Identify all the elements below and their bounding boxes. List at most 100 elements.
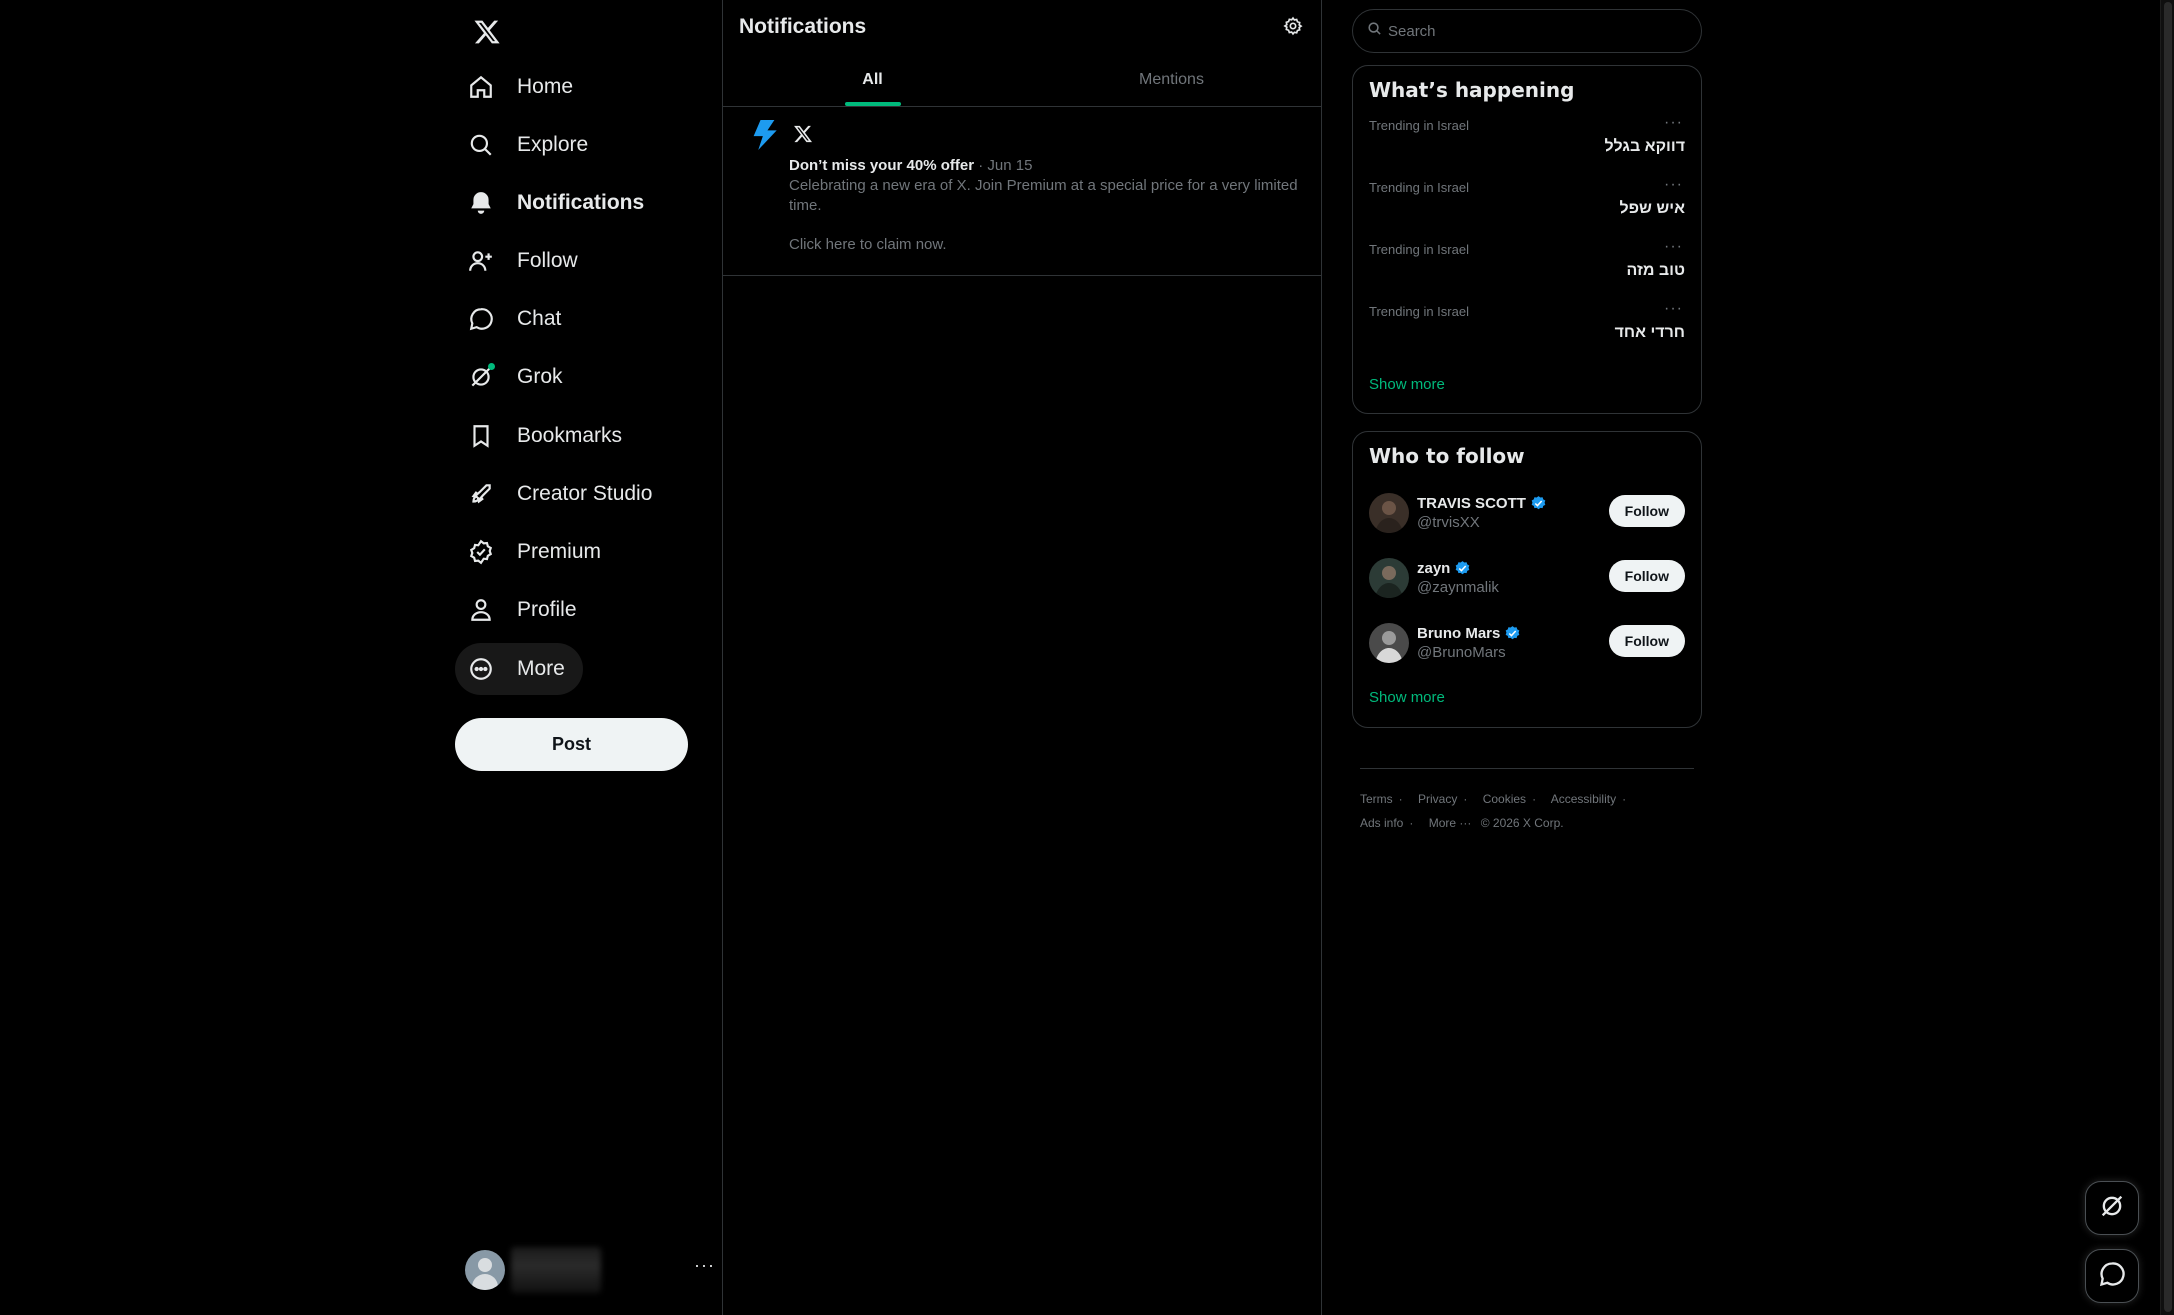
more-dots-icon[interactable]: ··· — [1664, 238, 1683, 256]
nav-item-follow[interactable]: Follow — [455, 235, 596, 287]
user-name-row: zayn — [1417, 560, 1499, 577]
user-name: Bruno Mars — [1417, 624, 1501, 642]
gear-icon[interactable] — [1283, 16, 1305, 38]
nav-item-label: Explore — [517, 133, 589, 156]
notification-item[interactable]: Don’t miss your 40% offer · Jun 15 Celeb… — [723, 107, 1321, 276]
search-box[interactable] — [1352, 9, 1702, 53]
follow-button[interactable]: Follow — [1608, 560, 1685, 592]
search-input[interactable] — [1388, 22, 1668, 40]
post-button[interactable]: Post — [455, 718, 688, 771]
home-icon — [467, 73, 495, 101]
user-info: zayn @zaynmalik — [1417, 560, 1499, 596]
nav-item-grok[interactable]: Grok — [455, 351, 581, 403]
trend-item[interactable]: Trending in Israel ··· טוב מזה — [1353, 238, 1701, 300]
trending-show-more-link[interactable]: Show more — [1353, 362, 1701, 409]
tab-all[interactable]: All — [723, 54, 1022, 106]
notification-headline: Don’t miss your 40% offer — [789, 157, 975, 174]
more-dots-icon[interactable]: ··· — [1664, 176, 1683, 194]
chat-bubble-icon — [2098, 1260, 2126, 1293]
user-handle: @zaynmalik — [1417, 578, 1499, 596]
follow-suggestion[interactable]: TRAVIS SCOTT @trvisXX Follow — [1353, 480, 1701, 545]
nav-item-label: Creator Studio — [517, 482, 653, 505]
nav-item-chat[interactable]: Chat — [455, 293, 579, 345]
who-to-follow-show-more-link[interactable]: Show more — [1353, 675, 1701, 722]
footer-link-more[interactable]: More ··· — [1429, 816, 1472, 830]
verified-badge-icon — [1456, 560, 1470, 574]
trend-item[interactable]: Trending in Israel ··· דווקא בגלל — [1353, 114, 1701, 176]
account-more-icon[interactable]: ··· — [694, 1255, 715, 1276]
user-handle: @BrunoMars — [1417, 643, 1506, 661]
search-icon — [1367, 21, 1382, 41]
user-name: zayn — [1417, 559, 1451, 577]
follow-suggestion[interactable]: Bruno Mars @BrunoMars Follow — [1353, 610, 1701, 675]
nav-item-label: Bookmarks — [517, 424, 623, 447]
grok-icon — [467, 363, 495, 391]
tab-mentions[interactable]: Mentions — [1022, 54, 1321, 106]
avatar — [1369, 492, 1409, 533]
follow-button[interactable]: Follow — [1608, 625, 1685, 657]
nav-item-notifications[interactable]: Notifications — [455, 177, 662, 229]
left-sidebar: Home Explore Notifications Follow Chat G… — [455, 0, 722, 1315]
status-dot — [488, 363, 495, 370]
account-name-blurred — [511, 1247, 601, 1293]
who-to-follow-panel: Who to follow TRAVIS SCOTT @trvisXX Foll… — [1352, 431, 1702, 728]
nav-item-label: Chat — [517, 307, 562, 330]
page-title: Notifications — [739, 15, 867, 38]
user-info: TRAVIS SCOTT @trvisXX — [1417, 495, 1547, 531]
scrollbar-thumb[interactable] — [2164, 2, 2172, 1312]
x-logo-icon[interactable] — [465, 10, 509, 54]
nav-item-more[interactable]: More — [455, 643, 583, 695]
footer-row: Ads info · More ··· © 2026 X Corp. — [1360, 811, 1694, 835]
footer-links: Terms · Privacy · Cookies · Accessibility · … — [1360, 768, 1694, 835]
footer-link-privacy[interactable]: Privacy — [1418, 792, 1457, 806]
chat-float-button[interactable] — [2085, 1249, 2139, 1303]
footer-link-terms[interactable]: Terms — [1360, 792, 1393, 806]
footer-link-ads-info[interactable]: Ads info — [1360, 816, 1403, 830]
column-header: Notifications — [723, 0, 1321, 54]
notification-body: Celebrating a new era of X. Join Premium… — [789, 177, 1298, 214]
trend-context: Trending in Israel — [1369, 304, 1469, 319]
footer-link-cookies[interactable]: Cookies — [1483, 792, 1526, 806]
bookmark-icon — [467, 422, 495, 450]
x-logo-icon — [793, 124, 815, 146]
trend-name: טוב מזה — [1626, 262, 1685, 279]
who-to-follow-title: Who to follow — [1369, 444, 1525, 468]
footer-row: Terms · Privacy · Cookies · Accessibility · — [1360, 787, 1694, 811]
trending-panel: What’s happening Trending in Israel ··· … — [1352, 65, 1702, 414]
account-switcher[interactable]: ··· — [465, 1245, 715, 1295]
notification-headline-row: Don’t miss your 40% offer · Jun 15 — [789, 156, 1305, 176]
trend-context: Trending in Israel — [1369, 118, 1469, 133]
nav-item-label: Home — [517, 75, 574, 98]
footer-link-accessibility[interactable]: Accessibility — [1551, 792, 1616, 806]
trend-name: איש שפל — [1619, 200, 1685, 217]
nav-item-label: Profile — [517, 598, 577, 621]
nav-item-premium[interactable]: Premium — [455, 526, 619, 578]
person-icon — [467, 596, 495, 624]
notifications-column: Notifications All Mentions Don’t miss yo… — [722, 0, 1322, 1315]
nav-item-profile[interactable]: Profile — [455, 584, 595, 636]
footer-separator: · — [1532, 792, 1537, 806]
nav-item-bookmarks[interactable]: Bookmarks — [455, 410, 640, 462]
grok-float-button[interactable] — [2085, 1181, 2139, 1235]
nav-item-label: Notifications — [517, 191, 645, 214]
nav-item-home[interactable]: Home — [455, 61, 591, 113]
footer-separator: · — [1398, 792, 1403, 806]
page-scrollbar[interactable] — [2160, 0, 2174, 1315]
nav-item-label: More — [517, 657, 565, 680]
nav-item-label: Follow — [517, 249, 578, 272]
search-icon — [467, 131, 495, 159]
bell-icon — [467, 189, 495, 217]
follow-suggestion[interactable]: zayn @zaynmalik Follow — [1353, 545, 1701, 610]
notification-cta[interactable]: Click here to claim now. — [789, 236, 1305, 253]
nav-item-explore[interactable]: Explore — [455, 119, 606, 171]
trending-title: What’s happening — [1369, 78, 1575, 102]
add-person-icon — [467, 247, 495, 275]
follow-button[interactable]: Follow — [1608, 495, 1685, 527]
trend-item[interactable]: Trending in Israel ··· חרדי אחד — [1353, 300, 1701, 362]
verified-badge-icon — [1531, 495, 1546, 509]
trend-item[interactable]: Trending in Israel ··· איש שפל — [1353, 176, 1701, 238]
nav-item-creator-studio[interactable]: Creator Studio — [455, 468, 670, 520]
app-root: Home Explore Notifications Follow Chat G… — [0, 0, 2174, 1315]
more-dots-icon[interactable]: ··· — [1664, 300, 1683, 318]
more-dots-icon[interactable]: ··· — [1664, 114, 1683, 132]
